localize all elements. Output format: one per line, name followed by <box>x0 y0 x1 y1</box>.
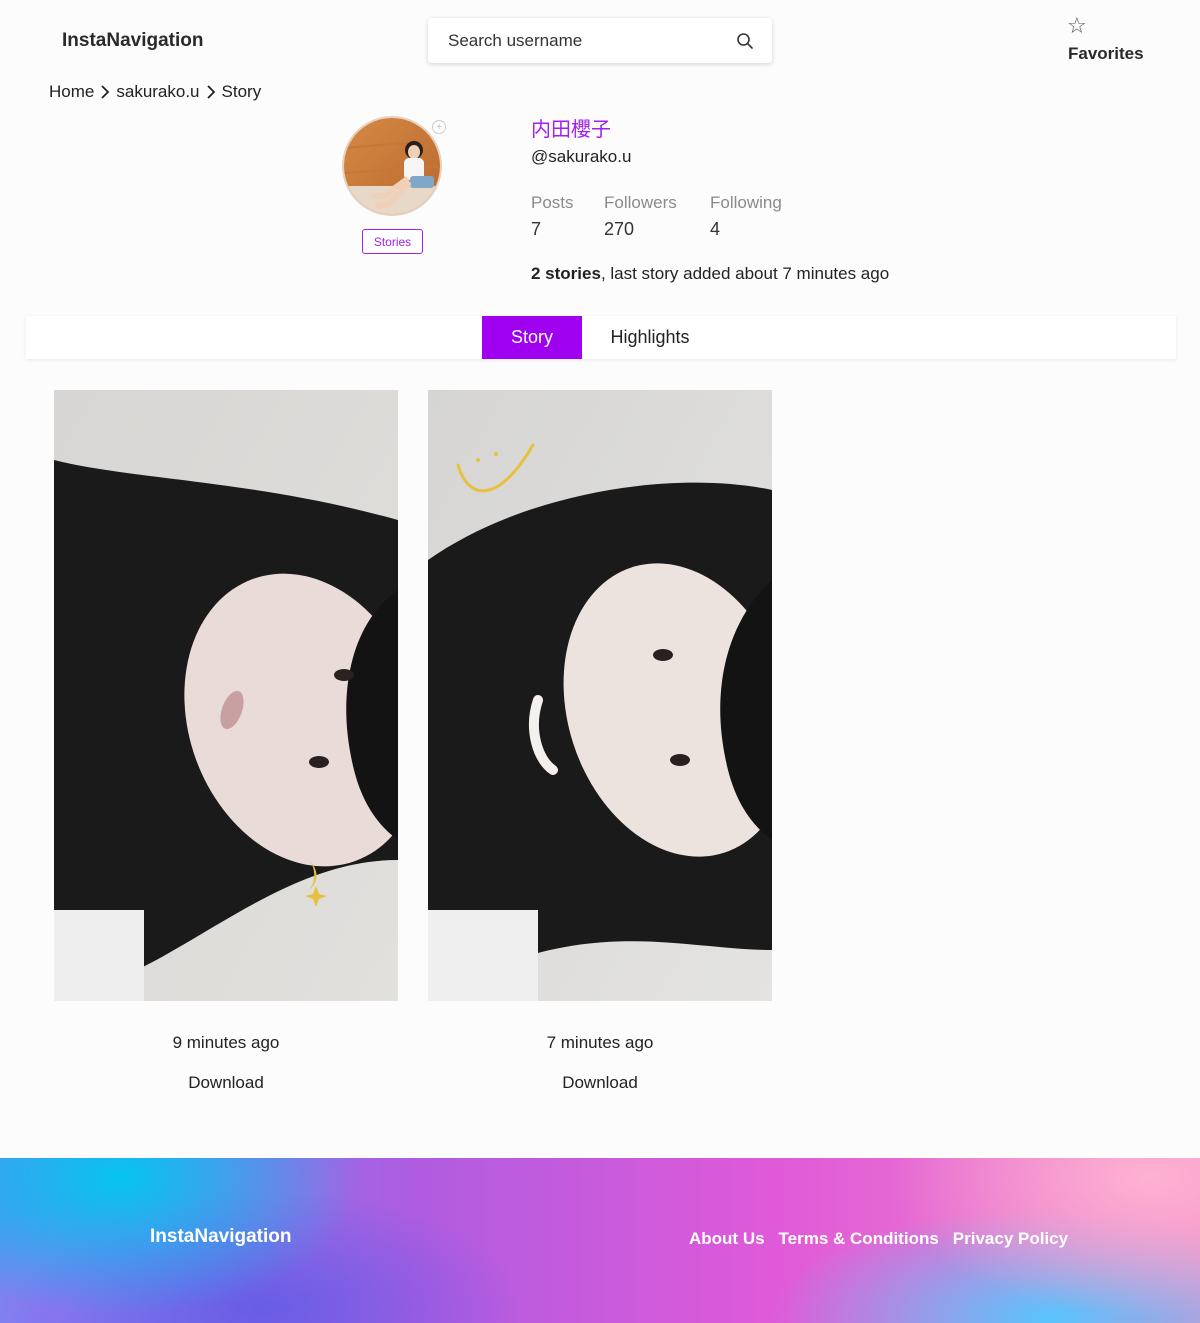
tabs-bar: Story Highlights <box>26 316 1176 359</box>
story-last-added: , last story added about 7 minutes ago <box>600 264 890 283</box>
footer-link-about[interactable]: About Us <box>689 1229 765 1249</box>
avatar[interactable] <box>342 116 444 218</box>
stat-label: Following <box>710 193 782 212</box>
search-bar <box>428 18 772 63</box>
stat-followers: Followers 270 <box>604 193 677 240</box>
site-logo[interactable]: InstaNavigation <box>62 30 203 52</box>
search-icon[interactable] <box>734 30 756 52</box>
download-button[interactable]: Download <box>54 1073 398 1093</box>
stories-button[interactable]: Stories <box>362 229 423 254</box>
stat-following: Following 4 <box>710 193 782 240</box>
add-favorite-icon[interactable]: + <box>432 120 446 134</box>
breadcrumb-home[interactable]: Home <box>49 82 94 102</box>
story-image[interactable] <box>54 390 398 1001</box>
story-count: 2 stories <box>531 264 601 283</box>
story-time: 7 minutes ago <box>546 1033 654 1052</box>
tab-story[interactable]: Story <box>482 316 582 359</box>
chevron-right-icon <box>204 84 218 100</box>
tab-highlights[interactable]: Highlights <box>594 316 706 359</box>
stat-label: Followers <box>604 193 677 212</box>
footer-links: About Us Terms & Conditions Privacy Poli… <box>689 1229 1068 1249</box>
story-card: 9 minutes ago Download <box>54 390 398 1093</box>
footer-logo[interactable]: InstaNavigation <box>150 1226 291 1248</box>
breadcrumb-user[interactable]: sakurako.u <box>116 82 199 102</box>
breadcrumb: Home sakurako.u Story <box>49 82 261 102</box>
profile-full-name: 内田櫻子 <box>531 117 611 141</box>
story-summary: 2 stories, last story added about 7 minu… <box>531 264 889 284</box>
stat-posts: Posts 7 <box>531 193 574 240</box>
favorites-button[interactable]: ☆ Favorites <box>1060 14 1150 64</box>
stat-label: Posts <box>531 193 574 212</box>
story-image[interactable] <box>428 390 772 1001</box>
star-icon: ☆ <box>1067 13 1087 38</box>
download-button[interactable]: Download <box>428 1073 772 1093</box>
search-input[interactable] <box>448 30 734 51</box>
stat-value: 270 <box>604 219 635 239</box>
footer-link-terms[interactable]: Terms & Conditions <box>779 1229 939 1249</box>
breadcrumb-current: Story <box>221 82 262 101</box>
favorites-label: Favorites <box>1068 44 1144 63</box>
stat-value: 7 <box>531 219 542 239</box>
profile-username: @sakurako.u <box>531 147 632 166</box>
footer: InstaNavigation About Us Terms & Conditi… <box>0 1158 1200 1323</box>
stat-value: 4 <box>710 219 721 239</box>
chevron-right-icon <box>98 84 112 100</box>
footer-link-privacy[interactable]: Privacy Policy <box>953 1229 1068 1249</box>
story-time: 9 minutes ago <box>172 1033 280 1052</box>
story-card: 7 minutes ago Download <box>428 390 772 1093</box>
